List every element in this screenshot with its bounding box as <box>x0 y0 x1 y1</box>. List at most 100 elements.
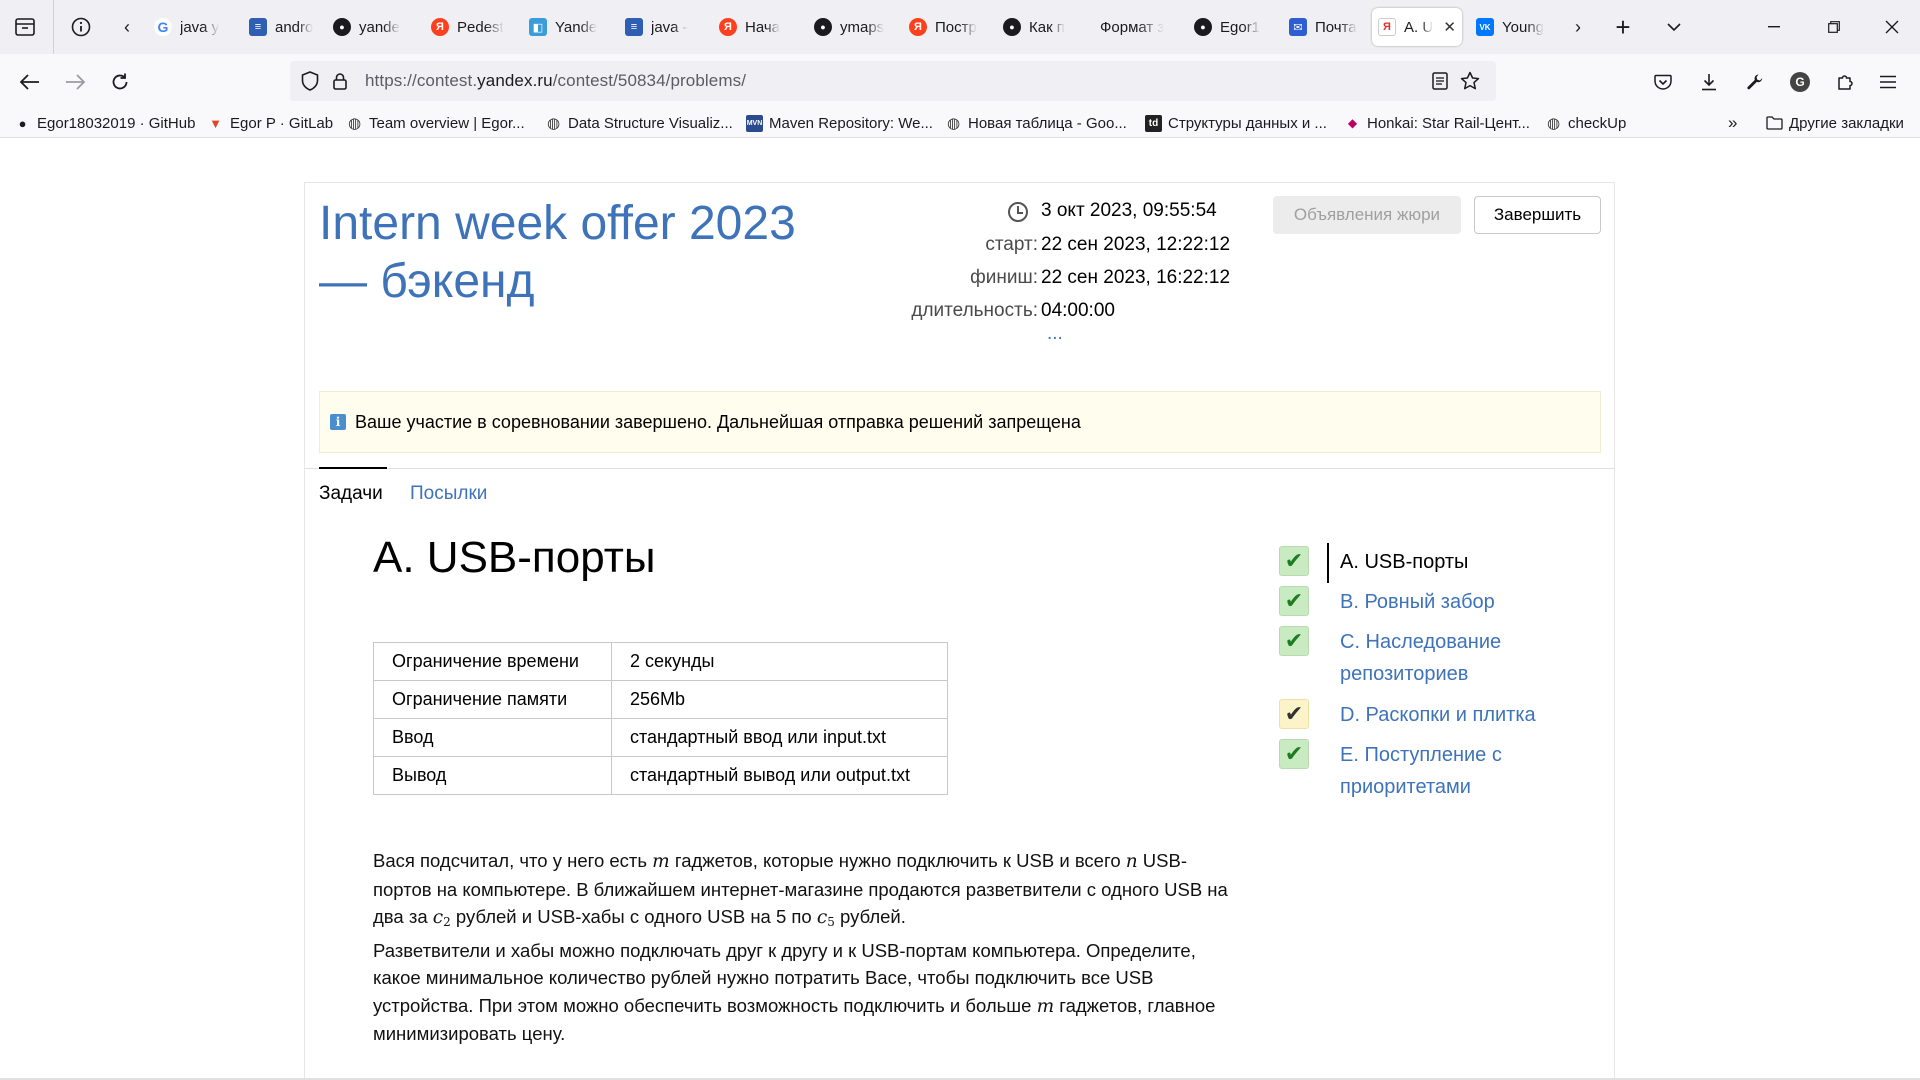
more-info-link[interactable]: ... <box>1047 323 1063 345</box>
browser-tab[interactable]: Я Постр <box>903 8 987 46</box>
tab-label: A. U <box>1404 18 1434 36</box>
forward-icon[interactable] <box>59 66 91 98</box>
bookmark-item[interactable]: ◍ Data Structure Visualiz... <box>545 112 733 134</box>
browser-tab[interactable]: Я Pedest <box>425 8 513 46</box>
bookmark-item[interactable]: ◍ Team overview | Egor... <box>346 112 525 134</box>
finish-contest-button[interactable]: Завершить <box>1474 196 1601 234</box>
var-n: n <box>1125 851 1138 872</box>
globe-icon: ◍ <box>1546 115 1561 132</box>
bookmark-item[interactable]: ◆ Honkai: Star Rail-Цент... <box>1344 112 1530 134</box>
reload-icon[interactable] <box>104 66 136 98</box>
browser-nav-bar: https://contest.yandex.ru/contest/50834/… <box>0 54 1920 108</box>
tab-label: Pedest <box>457 18 504 36</box>
bookmark-item[interactable]: ● Egor18032019 · GitHub <box>14 112 196 134</box>
jury-announcements-button[interactable]: Объявления жюри <box>1273 196 1461 234</box>
grammarly-icon[interactable]: G <box>1784 66 1816 98</box>
gitlab-icon: ▼ <box>209 115 222 131</box>
pocket-icon[interactable] <box>1647 66 1679 98</box>
browser-tab[interactable]: ◧ Yande <box>523 8 609 46</box>
browser-tab[interactable]: ● yande <box>327 8 413 46</box>
stackoverflow-icon: ≡ <box>249 18 267 36</box>
problem-link[interactable]: B. Ровный забор <box>1340 586 1570 618</box>
bookmark-item[interactable]: MVN Maven Repository: We... <box>746 112 933 134</box>
yandex-contest-icon: Я <box>1378 18 1396 36</box>
limit-value: 256Mb <box>611 680 948 719</box>
browser-tab[interactable]: ≡ java - <box>619 8 703 46</box>
browser-tab[interactable]: ≡ andro <box>243 8 319 46</box>
close-tab-icon[interactable]: ✕ <box>1443 18 1456 36</box>
restore-icon[interactable] <box>1817 10 1851 44</box>
other-bookmarks[interactable]: Другие закладки <box>1766 112 1904 134</box>
scroll-tabs-left-icon[interactable]: ‹ <box>110 10 144 44</box>
problem-link[interactable]: D. Раскопки и плитка <box>1340 699 1570 731</box>
firefox-view-icon[interactable] <box>8 10 42 44</box>
bookmark-star-icon[interactable] <box>1458 69 1482 93</box>
wrench-icon[interactable] <box>1739 66 1771 98</box>
lock-icon[interactable] <box>328 69 352 93</box>
limit-key: Ввод <box>373 718 612 757</box>
contest-title[interactable]: Intern week offer 2023 — бэкенд <box>319 195 839 311</box>
limit-value: стандартный ввод или input.txt <box>611 718 948 757</box>
start-value: 22 сен 2023, 12:22:12 <box>1041 234 1231 255</box>
tab-problems[interactable]: Задачи <box>319 483 383 505</box>
bookmark-label: Структуры данных и ... <box>1168 114 1327 132</box>
more-bookmarks-chevron-icon[interactable]: » <box>1728 112 1737 134</box>
limit-key: Ограничение времени <box>373 642 612 681</box>
tracking-protection-icon[interactable] <box>298 69 322 93</box>
start-label: старт: <box>985 234 1038 255</box>
menu-icon[interactable] <box>1872 66 1904 98</box>
github-icon: ● <box>1003 18 1021 36</box>
browser-tab[interactable]: Формат з <box>1094 8 1180 46</box>
bookmark-label: Новая таблица - Goo... <box>968 114 1127 132</box>
bookmark-label: Data Structure Visualiz... <box>568 114 733 132</box>
current-problem-marker <box>1327 543 1329 583</box>
problem-link[interactable]: A. USB-порты <box>1340 546 1570 578</box>
tab-submissions[interactable]: Посылки <box>410 483 487 505</box>
browser-tab[interactable]: Я A. U ✕ <box>1372 8 1462 46</box>
var-c5: c5 <box>816 907 835 929</box>
problem-statement: Вася подсчитал, что у него есть m гаджет… <box>373 850 1228 1044</box>
tab-label: java y <box>180 18 220 36</box>
back-icon[interactable] <box>14 66 46 98</box>
browser-tab[interactable]: ● Egor1 <box>1188 8 1274 46</box>
bookmark-item[interactable]: td Структуры данных и ... <box>1145 112 1327 134</box>
bookmark-item[interactable]: ◍ checkUp <box>1545 112 1626 134</box>
minimize-icon[interactable] <box>1757 10 1791 44</box>
td-icon: td <box>1145 114 1162 132</box>
var-m: m <box>1036 995 1055 1017</box>
limits-row: Вывод стандартный вывод или output.txt <box>373 756 948 795</box>
yandex-tracker-icon: ◧ <box>529 18 547 36</box>
tab-label: Young <box>1502 18 1544 36</box>
duration-label: длительность: <box>911 300 1038 321</box>
problem-link[interactable]: C. Наследование репозиториев <box>1340 626 1570 690</box>
info-icon[interactable] <box>64 10 98 44</box>
browser-tab[interactable]: VK Young <box>1470 8 1554 46</box>
extensions-icon[interactable] <box>1829 66 1861 98</box>
bookmark-item[interactable]: ◍ Новая таблица - Goo... <box>945 112 1127 134</box>
folder-icon <box>1766 115 1783 132</box>
tab-label: Egor1 <box>1220 18 1261 36</box>
bookmark-label: Honkai: Star Rail-Цент... <box>1367 114 1530 132</box>
var-c2: c2 <box>432 907 451 929</box>
github-icon: ● <box>1194 18 1212 36</box>
problem-title: A. USB-порты <box>373 533 656 582</box>
browser-tab[interactable]: ● ymaps <box>808 8 894 46</box>
limits-row: Ограничение времени 2 секунды <box>373 642 948 681</box>
browser-tab[interactable]: ● Как п <box>997 8 1085 46</box>
list-all-tabs-icon[interactable] <box>1657 10 1691 44</box>
url-bar[interactable]: https://contest.yandex.ru/contest/50834/… <box>290 61 1496 101</box>
scroll-tabs-right-icon[interactable]: › <box>1561 10 1595 44</box>
browser-tab[interactable]: ✉ Почта <box>1283 8 1363 46</box>
reader-view-icon[interactable] <box>1428 69 1452 93</box>
browser-tab[interactable]: Я Нача <box>713 8 797 46</box>
downloads-icon[interactable] <box>1693 66 1725 98</box>
tab-label: Постр <box>935 18 977 36</box>
new-tab-icon[interactable]: + <box>1606 10 1640 44</box>
bookmark-item[interactable]: ▼ Egor P · GitLab <box>207 112 333 134</box>
limits-row: Ограничение памяти 256Mb <box>373 680 948 719</box>
close-window-icon[interactable] <box>1875 10 1909 44</box>
url-text[interactable]: https://contest.yandex.ru/contest/50834/… <box>365 71 746 91</box>
problem-link[interactable]: E. Поступление с приоритетами <box>1340 739 1570 803</box>
browser-tab-bar: ‹ Gjava y ≡ andro ● yande Я Pedest ◧ Yande ≡ java … <box>0 0 1920 54</box>
browser-tab[interactable]: Gjava y <box>148 8 232 46</box>
